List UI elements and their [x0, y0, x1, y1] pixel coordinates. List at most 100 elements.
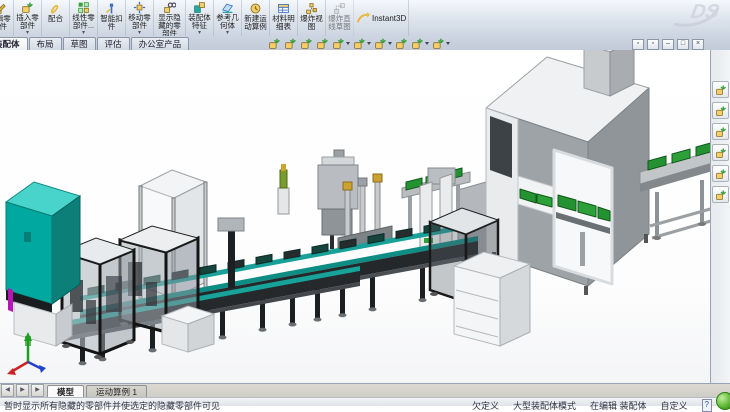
apply-scene-button[interactable]	[411, 37, 429, 50]
new-motion-study-button[interactable]: 新建运动算例	[242, 0, 270, 36]
design-library-button[interactable]	[712, 102, 729, 119]
sheet-nav-arrow-3[interactable]: ▶	[31, 384, 44, 397]
command-manager-ribbon: 编辑零部件插入零部件▾配合线性零部件...▾智能扣件移动零部件▾显示隐藏的零部件…	[0, 0, 730, 37]
smart-fasteners-icon	[105, 2, 118, 15]
section-view-icon	[316, 37, 329, 50]
insert-components-label: 插入零部件	[15, 14, 40, 30]
sheet-nav-arrow-2[interactable]: ▶	[16, 384, 29, 397]
explode-line-sketch-button[interactable]: 爆炸直线草图	[326, 0, 354, 36]
previous-view-icon	[300, 37, 313, 50]
display-style-icon	[353, 37, 366, 50]
bill-of-materials-button[interactable]: 材料明细表	[270, 0, 298, 36]
view-orientation-icon	[332, 37, 345, 50]
linear-component-pattern-button[interactable]: 线性零部件...▾	[70, 0, 98, 36]
large-assembly-mode-label: 大型装配体模式	[513, 399, 576, 412]
help-ball-icon[interactable]	[716, 392, 730, 410]
file-explorer-icon	[715, 126, 727, 138]
smart-fasteners-label: 智能扣件	[99, 15, 124, 31]
dropdown-arrow-icon[interactable]	[388, 42, 392, 45]
doc-window-icon-2[interactable]: ▫	[647, 39, 659, 50]
instant3d-label: Instant3D	[372, 15, 406, 23]
solidworks-resources-button[interactable]	[712, 81, 729, 98]
doc-minimize-button[interactable]: –	[662, 39, 674, 50]
define-state-label: 欠定义	[472, 399, 499, 412]
tab-sketch[interactable]: 草图	[63, 37, 96, 50]
drawer-cabinet[interactable]	[454, 252, 530, 346]
solidworks-resources-icon	[715, 84, 727, 96]
custom-properties-button[interactable]	[712, 186, 729, 203]
edit-appearance-button[interactable]	[395, 37, 408, 50]
custom-properties-icon	[715, 189, 727, 201]
apply-scene-icon	[411, 37, 424, 50]
bottle-fixture[interactable]	[278, 164, 289, 214]
tab-layout[interactable]: 布局	[29, 37, 62, 50]
show-hidden-components-button[interactable]: 显示隐藏的零部件	[154, 0, 186, 36]
svg-text:DS: DS	[689, 1, 722, 23]
task-pane-strip	[710, 50, 730, 383]
view-orientation-button[interactable]	[332, 37, 350, 50]
headsup-view-toolbar	[268, 37, 450, 50]
assembly-features-button[interactable]: 装配体特征▾	[186, 0, 214, 36]
side-table[interactable]	[162, 306, 214, 352]
bill-of-materials-icon	[277, 2, 290, 15]
quick-tips-icon[interactable]: ?	[702, 399, 712, 412]
design-library-icon	[715, 105, 727, 117]
dropdown-arrow-icon[interactable]	[346, 42, 350, 45]
graphics-area[interactable]	[0, 50, 730, 383]
customize-statusbar-link[interactable]: 自定义	[661, 399, 688, 412]
tab-evaluate[interactable]: 评估	[97, 37, 130, 50]
appearances-scenes-icon	[715, 168, 727, 180]
teal-cabinet[interactable]	[6, 182, 80, 346]
previous-view-button[interactable]	[300, 37, 313, 50]
status-message: 暂时显示所有隐藏的零部件并使选定的隐藏零部件可见	[4, 399, 220, 412]
document-window-controls: ▫▫–□×	[632, 39, 704, 50]
new-motion-study-icon	[249, 2, 262, 15]
dropdown-arrow-icon[interactable]	[446, 42, 450, 45]
mate-icon	[49, 2, 62, 15]
view-palette-button[interactable]	[712, 144, 729, 161]
insert-components-button[interactable]: 插入零部件▾	[14, 0, 42, 36]
doc-close-button[interactable]: ×	[692, 39, 704, 50]
move-component-button[interactable]: 移动零部件▾	[126, 0, 154, 36]
zoom-to-fit-button[interactable]	[268, 37, 281, 50]
edit-component-label: 编辑零部件	[0, 15, 12, 31]
dropdown-arrow-icon[interactable]	[425, 42, 429, 45]
zoom-to-fit-icon	[268, 37, 281, 50]
edit-component-button[interactable]: 编辑零部件	[0, 0, 14, 36]
instant3d-icon	[355, 11, 370, 26]
editing-state-label: 在编辑 装配体	[590, 399, 647, 412]
hide-show-items-icon	[374, 37, 387, 50]
explode-line-sketch-label: 爆炸直线草图	[327, 15, 352, 31]
tab-assembly[interactable]: 装配体	[0, 37, 28, 50]
doc-restore-button[interactable]: □	[677, 39, 689, 50]
edit-appearance-icon	[395, 37, 408, 50]
dassault-systemes-logo: DS	[668, 0, 726, 32]
zoom-to-area-button[interactable]	[284, 37, 297, 50]
view-palette-icon	[715, 147, 727, 159]
instant3d-button[interactable]: Instant3D	[354, 0, 409, 36]
hopper-station[interactable]	[318, 150, 358, 249]
hide-show-items-button[interactable]	[374, 37, 392, 50]
bill-of-materials-label: 材料明细表	[271, 15, 296, 31]
file-explorer-button[interactable]	[712, 123, 729, 140]
explode-line-sketch-icon	[333, 2, 346, 15]
appearances-scenes-button[interactable]	[712, 165, 729, 182]
mate-button[interactable]: 配合	[42, 0, 70, 36]
doc-window-icon-1[interactable]: ▫	[632, 39, 644, 50]
linear-component-pattern-label: 线性零部件...	[71, 14, 96, 30]
reference-geometry-button[interactable]: 参考几何体▾	[214, 0, 242, 36]
magenta-accent	[8, 288, 13, 312]
gantry-post[interactable]	[218, 218, 244, 288]
view-settings-button[interactable]	[432, 37, 450, 50]
sheet-tab-bar: ◀▶▶模型运动算例 1	[0, 383, 730, 398]
dropdown-arrow-icon[interactable]	[367, 42, 371, 45]
sheet-nav-arrow-1[interactable]: ◀	[1, 384, 14, 397]
display-style-button[interactable]	[353, 37, 371, 50]
exploded-view-button[interactable]: 爆炸视图	[298, 0, 326, 36]
smart-fasteners-button[interactable]: 智能扣件	[98, 0, 126, 36]
show-hidden-components-label: 显示隐藏的零部件	[155, 14, 184, 38]
section-view-button[interactable]	[316, 37, 329, 50]
view-settings-icon	[432, 37, 445, 50]
tab-office-products[interactable]: 办公室产品	[131, 37, 190, 50]
assembly-3d-view[interactable]	[0, 50, 730, 383]
